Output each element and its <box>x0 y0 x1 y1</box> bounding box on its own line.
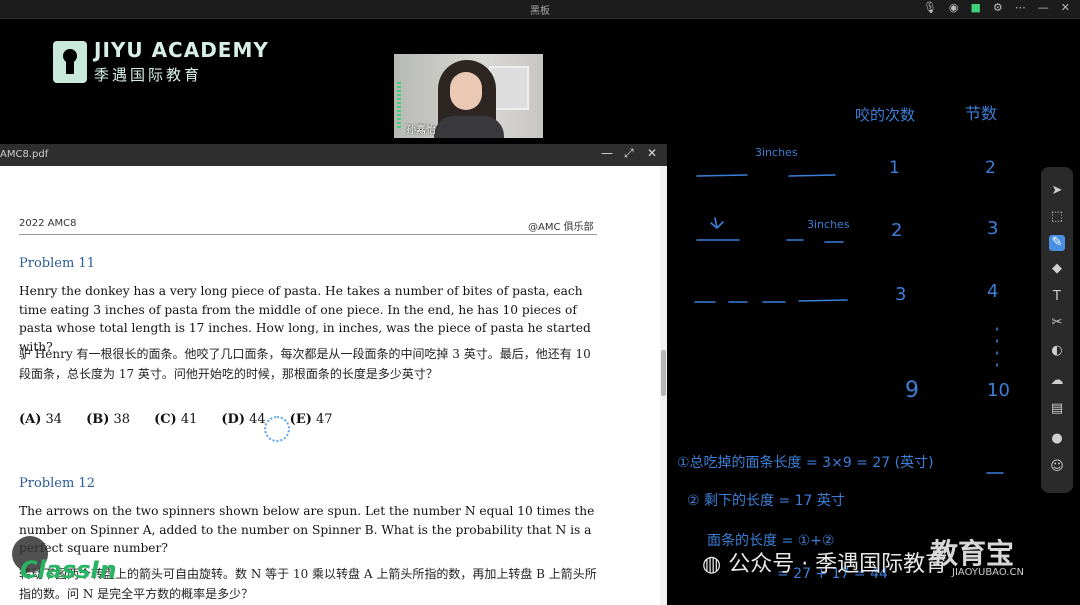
bites-value-2: 2 <box>891 220 903 241</box>
choice-e: (E) 47 <box>289 412 333 427</box>
expand-icon[interactable]: ⤢ <box>624 146 634 161</box>
person-face <box>450 72 482 110</box>
whiteboard-toolbar: ➤ ⬚ ✎ ◆ T ✂ ◐ ☁ ▤ ● ☺ <box>1041 167 1073 493</box>
header-bites-count: 咬的次数 <box>855 106 916 124</box>
record-icon[interactable]: ■ <box>971 1 981 14</box>
choice-a: (A) 34 <box>19 412 63 427</box>
label-3inches-row1: 3inches <box>755 146 798 159</box>
logo-subtitle: 季遇国际教育 <box>94 66 203 84</box>
choice-d: (D) 44 <box>221 412 266 427</box>
pieces-value-4: 4 <box>987 281 999 302</box>
minimize-icon[interactable]: — <box>601 146 613 160</box>
pdf-titlebar[interactable]: AMC8.pdf — ⤢ ✕ <box>0 144 667 166</box>
more-icon[interactable]: ⋯ <box>1015 1 1026 14</box>
window-title: 黑板 <box>530 6 550 17</box>
users-icon[interactable]: ☺ <box>1049 459 1065 475</box>
pieces-value-1: 2 <box>985 158 996 178</box>
shape-icon[interactable]: ◐ <box>1049 343 1065 359</box>
laser-pointer-icon <box>264 416 290 442</box>
wechat-icon: ◍ <box>702 552 722 577</box>
bites-value-1: 1 <box>889 158 900 178</box>
choice-c: (C) 41 <box>154 412 198 427</box>
pdf-filename: AMC8.pdf <box>0 149 49 160</box>
settings-icon[interactable]: ⚙ <box>993 1 1003 14</box>
highlighter-icon[interactable]: ✎ <box>1049 235 1065 251</box>
page-header-left: 2022 AMC8 <box>19 218 77 229</box>
bites-value-3: 3 <box>895 284 907 305</box>
problem-12-text-en: The arrows on the two spinners shown bel… <box>19 504 595 555</box>
close-icon[interactable]: ✕ <box>647 146 657 160</box>
choice-b: (B) 38 <box>86 412 131 427</box>
pdf-page: 2022 AMC8 @AMC 俱乐部 Problem 11 Henry the … <box>0 166 660 605</box>
chat-icon[interactable]: ● <box>1049 431 1065 447</box>
titlebar-controls: 🎙 ◉ ■ ⚙ ⋯ — ✕ <box>923 1 1070 14</box>
site-watermark: 教育宝 <box>930 537 1015 570</box>
header-pieces-count: 节数 <box>965 104 998 123</box>
classin-wordmark: ClassIn <box>20 556 117 584</box>
header-divider <box>19 234 597 235</box>
pointer-icon[interactable]: ➤ <box>1049 183 1065 199</box>
label-3inches-row2: 3inches <box>807 218 850 231</box>
site-domain-watermark: JIAOYUBAO.CN <box>952 567 1024 578</box>
participant-video[interactable]: 孙嘉怡 <box>394 54 543 138</box>
pieces-value-2: 3 <box>987 218 999 239</box>
participant-name: 孙嘉怡 <box>406 125 436 136</box>
close-icon[interactable]: ✕ <box>1061 1 1070 14</box>
page-header-right: @AMC 俱乐部 <box>528 222 594 233</box>
pdf-scrollbar[interactable] <box>660 166 667 605</box>
academy-logo: JIYU ACADEMY 季遇国际教育 <box>52 38 269 85</box>
minimize-icon[interactable]: — <box>1038 1 1049 14</box>
scrollbar-thumb[interactable] <box>661 350 666 396</box>
problem-11-text-cn: 驴 Henry 有一根很长的面条。他咬了几口面条，每次都是从一段面条的中间吃掉 … <box>19 347 591 381</box>
pieces-value-10: 10 <box>987 380 1010 401</box>
note-remaining: ② 剩下的长度 = 17 英寸 <box>687 493 845 509</box>
camera-icon[interactable]: ◉ <box>949 1 959 14</box>
wechat-account-watermark: ◍ 公众号 · 季遇国际教育 <box>702 552 948 577</box>
problem-11-title: Problem 11 <box>19 256 95 271</box>
select-icon[interactable]: ⬚ <box>1049 209 1065 225</box>
blackboard[interactable]: 咬的次数 节数 3inches 3inches 1 2 2 3 3 4 9 10… <box>667 18 1080 605</box>
person-body <box>434 116 504 138</box>
bites-value-9: 9 <box>905 378 919 403</box>
eraser-icon[interactable]: ◆ <box>1049 261 1065 277</box>
mic-level-icon <box>397 82 401 128</box>
toolbox-icon[interactable]: ▤ <box>1049 401 1065 417</box>
window-titlebar: 黑板 🎙 ◉ ■ ⚙ ⋯ — ✕ <box>0 0 1080 19</box>
keyhole-logo-icon <box>53 40 87 83</box>
pdf-viewer-window[interactable]: AMC8.pdf — ⤢ ✕ 2022 AMC8 @AMC 俱乐部 Proble… <box>0 144 667 605</box>
note-total-eaten: ①总吃掉的面条长度 = 3×9 = 27 (英寸) <box>677 455 934 471</box>
logo-name: JIYU ACADEMY <box>94 38 269 62</box>
microphone-icon[interactable]: 🎙 <box>923 1 937 14</box>
text-icon[interactable]: T <box>1049 289 1065 305</box>
cloud-icon[interactable]: ☁ <box>1049 373 1065 389</box>
scissors-icon[interactable]: ✂ <box>1049 315 1065 331</box>
problem-12-title: Problem 12 <box>19 476 95 491</box>
